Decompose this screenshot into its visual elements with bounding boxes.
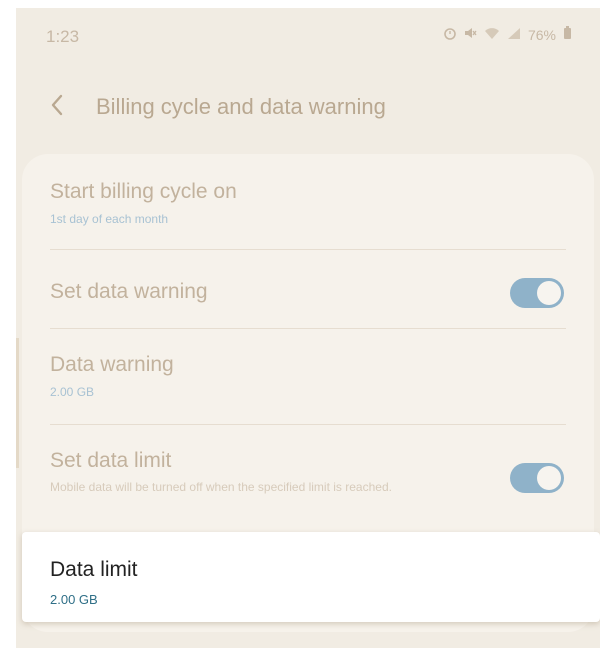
status-time: 1:23 [46, 27, 80, 46]
data-limit-title: Data limit [50, 558, 138, 581]
wifi-icon [484, 27, 500, 43]
set-data-warning-row[interactable]: Set data warning [22, 250, 594, 328]
set-data-warning-title: Set data warning [50, 280, 208, 303]
billing-cycle-row[interactable]: Start billing cycle on 1st day of each m… [22, 154, 594, 249]
phone-screen: 1:23 76% Billing cycle and data warning [16, 8, 600, 648]
billing-cycle-title: Start billing cycle on [50, 180, 237, 203]
data-warning-row[interactable]: Data warning 2.00 GB [22, 329, 594, 424]
set-data-limit-row[interactable]: Set data limit Mobile data will be turne… [22, 425, 594, 525]
set-data-limit-title: Set data limit [50, 449, 172, 472]
data-warning-title: Data warning [50, 353, 174, 376]
alarm-icon [444, 26, 456, 43]
status-bar: 1:23 76% [16, 8, 600, 64]
signal-icon [507, 27, 521, 43]
scroll-indicator [16, 338, 19, 468]
data-limit-toggle[interactable] [510, 463, 564, 493]
data-limit-row[interactable]: Data limit 2.00 GB [22, 532, 600, 622]
mute-icon [463, 26, 477, 43]
battery-icon [563, 26, 572, 43]
set-data-limit-description: Mobile data will be turned off when the … [50, 480, 392, 494]
data-warning-toggle[interactable] [510, 278, 564, 308]
billing-cycle-value: 1st day of each month [50, 212, 169, 226]
status-icons: 76% [444, 26, 572, 43]
app-bar: Billing cycle and data warning [16, 78, 600, 134]
page-title: Billing cycle and data warning [96, 94, 386, 119]
toggle-knob [537, 281, 561, 305]
battery-percent: 76% [527, 26, 556, 43]
back-arrow-icon[interactable] [46, 90, 68, 120]
data-limit-value: 2.00 GB [50, 592, 98, 607]
toggle-knob [537, 466, 561, 490]
data-warning-value: 2.00 GB [50, 385, 95, 399]
